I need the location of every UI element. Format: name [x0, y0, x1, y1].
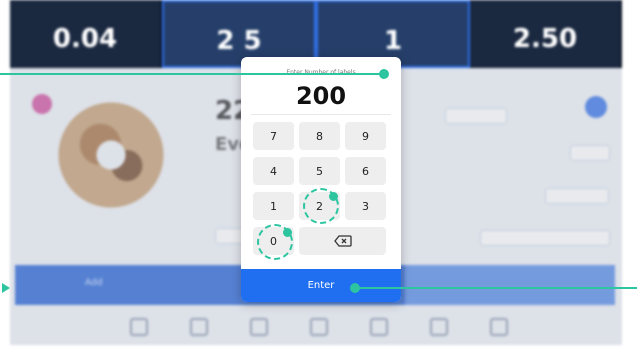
- callout-dot: [379, 69, 389, 79]
- key-8[interactable]: 8: [299, 122, 340, 150]
- key-5[interactable]: 5: [299, 157, 340, 185]
- watermark: [564, 333, 614, 341]
- stat-value: 2 5: [216, 26, 262, 56]
- stat-panel-4[interactable]: 2.50: [470, 0, 622, 68]
- key-7[interactable]: 7: [253, 122, 294, 150]
- callout-line: [0, 73, 384, 75]
- key-6[interactable]: 6: [345, 157, 386, 185]
- backspace-key[interactable]: [299, 227, 386, 255]
- stat-panel-1[interactable]: 0.04: [10, 0, 162, 68]
- divider: [251, 114, 391, 115]
- stat-value: 1: [383, 26, 403, 56]
- backspace-icon: [333, 235, 352, 247]
- key-3[interactable]: 3: [345, 192, 386, 220]
- enter-button[interactable]: Enter: [241, 269, 401, 302]
- key-0[interactable]: 0: [253, 227, 294, 255]
- callout-line: [355, 287, 637, 289]
- key-1[interactable]: 1: [253, 192, 294, 220]
- keypad-display: 200: [295, 82, 347, 110]
- keypad-modal: Enter Number of labels 200 7 8 9 4 5 6 1…: [241, 57, 401, 302]
- callout-dot: [350, 283, 360, 293]
- key-4[interactable]: 4: [253, 157, 294, 185]
- callout-arrow: [2, 283, 10, 293]
- key-2[interactable]: 2: [299, 192, 340, 220]
- key-9[interactable]: 9: [345, 122, 386, 150]
- stat-value: 2.50: [512, 24, 578, 54]
- stat-value: 0.04: [52, 24, 118, 54]
